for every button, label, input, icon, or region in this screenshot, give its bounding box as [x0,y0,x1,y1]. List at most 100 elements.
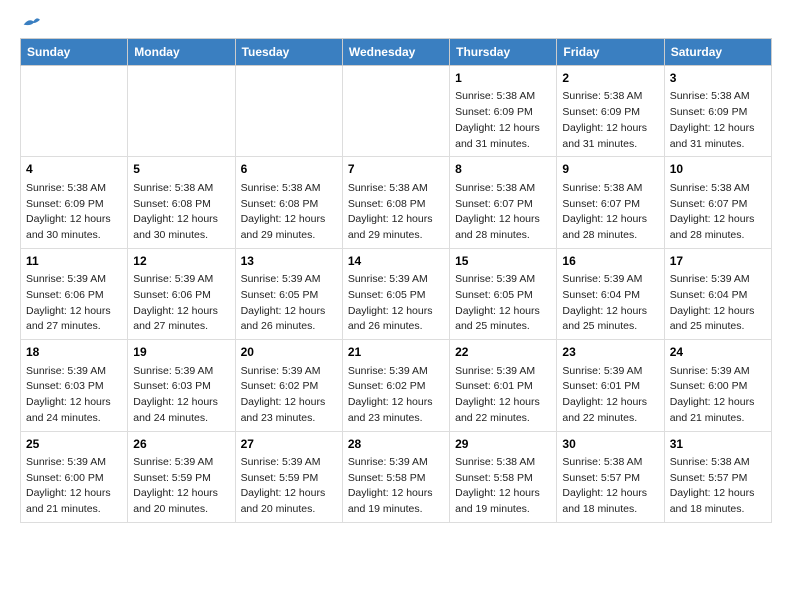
day-number: 27 [241,436,337,453]
day-info: Sunrise: 5:38 AM Sunset: 6:08 PM Dayligh… [348,181,444,244]
day-number: 15 [455,253,551,270]
day-info: Sunrise: 5:38 AM Sunset: 6:08 PM Dayligh… [241,181,337,244]
day-number: 28 [348,436,444,453]
day-cell: 25Sunrise: 5:39 AM Sunset: 6:00 PM Dayli… [21,431,128,522]
day-info: Sunrise: 5:38 AM Sunset: 6:09 PM Dayligh… [670,89,766,152]
day-number: 16 [562,253,658,270]
day-info: Sunrise: 5:39 AM Sunset: 6:03 PM Dayligh… [26,364,122,427]
day-info: Sunrise: 5:39 AM Sunset: 5:59 PM Dayligh… [241,455,337,518]
day-number: 2 [562,70,658,87]
day-cell: 11 Sunrise: 5:39 AM Sunset: 6:06 PM Dayli… [21,248,128,339]
day-cell: 22 Sunrise: 5:39 AM Sunset: 6:01 PM Dayli… [450,340,557,431]
day-info: Sunrise: 5:39 AM Sunset: 6:03 PM Dayligh… [133,364,229,427]
day-cell: 2 Sunrise: 5:38 AM Sunset: 6:09 PM Daylig… [557,66,664,157]
day-number: 24 [670,344,766,361]
day-number: 26 [133,436,229,453]
logo [20,16,40,30]
day-info: Sunrise: 5:38 AM Sunset: 6:09 PM Dayligh… [26,181,122,244]
day-cell: 18 Sunrise: 5:39 AM Sunset: 6:03 PM Dayli… [21,340,128,431]
header [20,16,772,30]
day-info: Sunrise: 5:38 AM Sunset: 5:58 PM Dayligh… [455,455,551,518]
day-number: 5 [133,161,229,178]
day-cell: 7 Sunrise: 5:38 AM Sunset: 6:08 PM Daylig… [342,157,449,248]
day-cell: 6 Sunrise: 5:38 AM Sunset: 6:08 PM Daylig… [235,157,342,248]
column-header-wednesday: Wednesday [342,39,449,66]
day-info: Sunrise: 5:39 AM Sunset: 6:02 PM Dayligh… [348,364,444,427]
day-number: 21 [348,344,444,361]
day-info: Sunrise: 5:39 AM Sunset: 6:05 PM Dayligh… [241,272,337,335]
week-row-1: 1 Sunrise: 5:38 AM Sunset: 6:09 PM Daylig… [21,66,772,157]
day-cell [128,66,235,157]
day-cell: 5 Sunrise: 5:38 AM Sunset: 6:08 PM Daylig… [128,157,235,248]
day-cell: 26 Sunrise: 5:39 AM Sunset: 5:59 PM Dayli… [128,431,235,522]
day-number: 11 [26,253,122,270]
day-info: Sunrise: 5:39 AM Sunset: 6:06 PM Dayligh… [133,272,229,335]
day-cell [235,66,342,157]
day-cell: 28 Sunrise: 5:39 AM Sunset: 5:58 PM Dayli… [342,431,449,522]
column-header-tuesday: Tuesday [235,39,342,66]
day-cell: 8Sunrise: 5:38 AM Sunset: 6:07 PM Daylig… [450,157,557,248]
day-cell: 23 Sunrise: 5:39 AM Sunset: 6:01 PM Dayli… [557,340,664,431]
day-number: 22 [455,344,551,361]
day-number: 9 [562,161,658,178]
day-cell: 12Sunrise: 5:39 AM Sunset: 6:06 PM Dayli… [128,248,235,339]
day-cell [21,66,128,157]
day-cell: 14Sunrise: 5:39 AM Sunset: 6:05 PM Dayli… [342,248,449,339]
day-cell: 10 Sunrise: 5:38 AM Sunset: 6:07 PM Dayli… [664,157,771,248]
day-info: Sunrise: 5:38 AM Sunset: 5:57 PM Dayligh… [562,455,658,518]
day-number: 17 [670,253,766,270]
week-row-5: 25Sunrise: 5:39 AM Sunset: 6:00 PM Dayli… [21,431,772,522]
day-info: Sunrise: 5:38 AM Sunset: 6:07 PM Dayligh… [562,181,658,244]
day-info: Sunrise: 5:38 AM Sunset: 6:09 PM Dayligh… [562,89,658,152]
day-cell: 4Sunrise: 5:38 AM Sunset: 6:09 PM Daylig… [21,157,128,248]
day-number: 25 [26,436,122,453]
column-header-thursday: Thursday [450,39,557,66]
day-cell: 20Sunrise: 5:39 AM Sunset: 6:02 PM Dayli… [235,340,342,431]
day-info: Sunrise: 5:39 AM Sunset: 6:04 PM Dayligh… [670,272,766,335]
day-cell [342,66,449,157]
day-number: 3 [670,70,766,87]
day-cell: 30 Sunrise: 5:38 AM Sunset: 5:57 PM Dayli… [557,431,664,522]
day-info: Sunrise: 5:39 AM Sunset: 6:01 PM Dayligh… [455,364,551,427]
day-cell: 15 Sunrise: 5:39 AM Sunset: 6:05 PM Dayli… [450,248,557,339]
day-cell: 17 Sunrise: 5:39 AM Sunset: 6:04 PM Dayli… [664,248,771,339]
day-number: 31 [670,436,766,453]
day-info: Sunrise: 5:38 AM Sunset: 5:57 PM Dayligh… [670,455,766,518]
day-number: 19 [133,344,229,361]
column-header-friday: Friday [557,39,664,66]
day-cell: 3 Sunrise: 5:38 AM Sunset: 6:09 PM Daylig… [664,66,771,157]
day-cell: 1Sunrise: 5:38 AM Sunset: 6:09 PM Daylig… [450,66,557,157]
day-cell: 13 Sunrise: 5:39 AM Sunset: 6:05 PM Dayli… [235,248,342,339]
day-number: 6 [241,161,337,178]
day-cell: 31 Sunrise: 5:38 AM Sunset: 5:57 PM Dayli… [664,431,771,522]
day-info: Sunrise: 5:39 AM Sunset: 6:01 PM Dayligh… [562,364,658,427]
day-info: Sunrise: 5:39 AM Sunset: 6:06 PM Dayligh… [26,272,122,335]
logo-bird-icon [22,16,40,30]
calendar-table: SundayMondayTuesdayWednesdayThursdayFrid… [20,38,772,523]
day-info: Sunrise: 5:38 AM Sunset: 6:08 PM Dayligh… [133,181,229,244]
column-header-saturday: Saturday [664,39,771,66]
day-info: Sunrise: 5:39 AM Sunset: 6:05 PM Dayligh… [455,272,551,335]
day-info: Sunrise: 5:39 AM Sunset: 6:00 PM Dayligh… [670,364,766,427]
day-info: Sunrise: 5:38 AM Sunset: 6:07 PM Dayligh… [670,181,766,244]
day-cell: 24 Sunrise: 5:39 AM Sunset: 6:00 PM Dayli… [664,340,771,431]
day-info: Sunrise: 5:39 AM Sunset: 5:58 PM Dayligh… [348,455,444,518]
day-cell: 27 Sunrise: 5:39 AM Sunset: 5:59 PM Dayli… [235,431,342,522]
day-info: Sunrise: 5:39 AM Sunset: 6:05 PM Dayligh… [348,272,444,335]
day-info: Sunrise: 5:39 AM Sunset: 6:02 PM Dayligh… [241,364,337,427]
day-number: 29 [455,436,551,453]
day-number: 10 [670,161,766,178]
day-info: Sunrise: 5:39 AM Sunset: 5:59 PM Dayligh… [133,455,229,518]
day-number: 7 [348,161,444,178]
column-header-sunday: Sunday [21,39,128,66]
day-cell: 16 Sunrise: 5:39 AM Sunset: 6:04 PM Dayli… [557,248,664,339]
day-number: 23 [562,344,658,361]
day-info: Sunrise: 5:39 AM Sunset: 6:04 PM Dayligh… [562,272,658,335]
day-number: 18 [26,344,122,361]
day-cell: 29 Sunrise: 5:38 AM Sunset: 5:58 PM Dayli… [450,431,557,522]
day-number: 13 [241,253,337,270]
day-number: 30 [562,436,658,453]
calendar-header-row: SundayMondayTuesdayWednesdayThursdayFrid… [21,39,772,66]
day-number: 1 [455,70,551,87]
day-number: 8 [455,161,551,178]
